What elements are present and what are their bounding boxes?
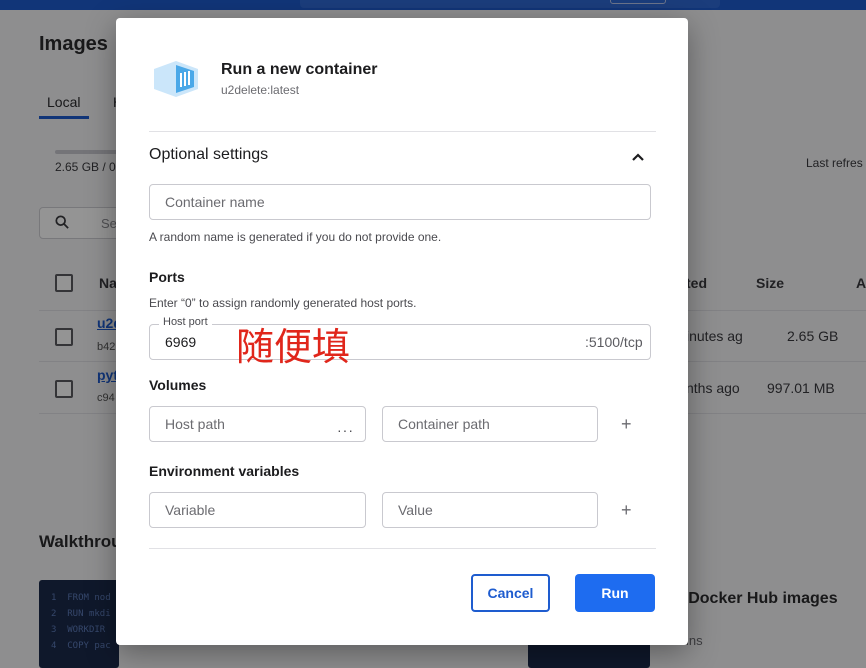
container-path-input[interactable] — [383, 407, 597, 441]
optional-settings-heading[interactable]: Optional settings — [149, 146, 268, 164]
container-name-help: A random name is generated if you do not… — [149, 230, 442, 244]
host-port-field[interactable] — [149, 324, 651, 360]
env-variable-input[interactable] — [150, 493, 365, 527]
handwritten-annotation: 随便填 — [236, 325, 351, 369]
add-volume-button[interactable]: + — [621, 414, 632, 435]
container-name-input[interactable] — [150, 185, 650, 219]
host-port-label: Host port — [159, 316, 212, 328]
env-vars-label: Environment variables — [149, 463, 300, 479]
env-variable-field[interactable] — [149, 492, 366, 528]
add-env-variable-button[interactable]: + — [621, 500, 632, 521]
host-path-input[interactable] — [150, 407, 365, 441]
run-container-dialog: Run a new container u2delete:latest Opti… — [116, 18, 688, 645]
run-button[interactable]: Run — [575, 574, 655, 612]
docker-image-icon — [154, 61, 198, 97]
chevron-up-icon[interactable] — [630, 149, 646, 165]
divider — [149, 548, 656, 549]
dialog-image-tag: u2delete:latest — [221, 83, 300, 97]
cancel-button[interactable]: Cancel — [471, 574, 550, 612]
browse-host-path-button[interactable]: ··· — [337, 422, 354, 438]
host-port-input[interactable] — [150, 325, 650, 359]
container-name-field[interactable] — [149, 184, 651, 220]
ports-label: Ports — [149, 269, 185, 285]
divider — [149, 131, 656, 132]
volumes-label: Volumes — [149, 377, 207, 393]
env-value-input[interactable] — [383, 493, 597, 527]
host-path-field[interactable] — [149, 406, 366, 442]
container-port-suffix: :5100/tcp — [585, 334, 643, 350]
dialog-title: Run a new container — [221, 61, 378, 78]
container-path-field[interactable] — [382, 406, 598, 442]
ports-help: Enter “0” to assign randomly generated h… — [149, 296, 417, 310]
env-value-field[interactable] — [382, 492, 598, 528]
